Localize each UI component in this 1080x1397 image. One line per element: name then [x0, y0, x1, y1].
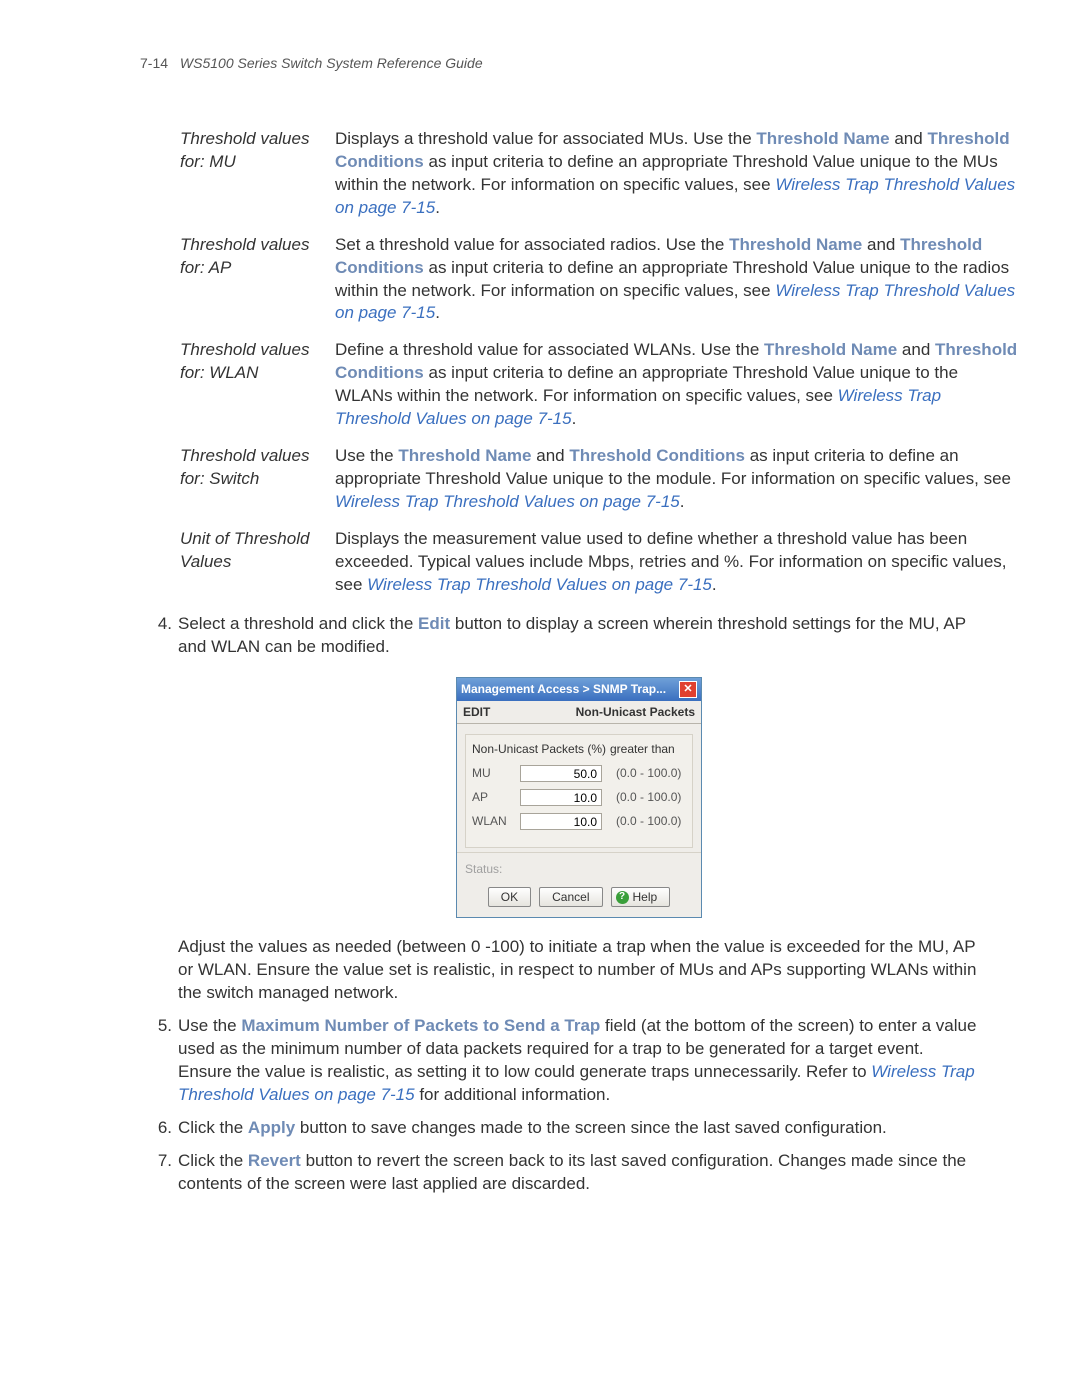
step-7: 7. Click the Revert button to revert the… — [150, 1150, 980, 1196]
page-header: 7-14 WS5100 Series Switch System Referen… — [140, 54, 980, 73]
field-header: Non-Unicast Packets (%) greater than — [472, 741, 686, 757]
definition-body: Displays the measurement value used to d… — [335, 528, 1020, 597]
dialog-button-bar: OK Cancel ? Help — [457, 881, 701, 917]
definition-list: Threshold values for: MU Displays a thre… — [180, 128, 1020, 597]
threshold-row-ap: AP (0.0 - 100.0) — [472, 789, 686, 806]
step-body: Click the Revert button to revert the sc… — [178, 1150, 980, 1196]
dialog-subheader: EDIT Non-Unicast Packets — [457, 701, 701, 724]
step-5: 5. Use the Maximum Number of Packets to … — [150, 1015, 980, 1107]
dialog-title-bar: Management Access > SNMP Trap... ✕ — [457, 678, 701, 701]
close-icon[interactable]: ✕ — [679, 681, 697, 698]
step-4: 4. Select a threshold and click the Edit… — [150, 613, 980, 1005]
ok-button[interactable]: OK — [488, 887, 531, 907]
row-label: MU — [472, 765, 520, 781]
step-number: 4. — [150, 613, 178, 636]
step-4-para2: Adjust the values as needed (between 0 -… — [178, 936, 980, 1005]
step-body: Use the Maximum Number of Packets to Sen… — [178, 1015, 980, 1107]
threshold-row-wlan: WLAN (0.0 - 100.0) — [472, 813, 686, 830]
edit-label: EDIT — [463, 704, 490, 720]
definition-row: Threshold values for: WLAN Define a thre… — [180, 339, 1020, 431]
snmp-trap-dialog: Management Access > SNMP Trap... ✕ EDIT … — [456, 677, 702, 919]
step-number: 5. — [150, 1015, 178, 1038]
definition-term: Threshold values for: Switch — [180, 445, 335, 491]
field-name-link: Threshold Name — [729, 235, 862, 254]
definition-body: Define a threshold value for associated … — [335, 339, 1020, 431]
field-name-link: Threshold Name — [398, 446, 531, 465]
help-icon: ? — [616, 891, 629, 904]
range-hint: (0.0 - 100.0) — [610, 789, 686, 805]
dialog-title-text: Management Access > SNMP Trap... — [461, 681, 666, 697]
document-title: WS5100 Series Switch System Reference Gu… — [180, 55, 483, 71]
definition-term: Threshold values for: MU — [180, 128, 335, 174]
definition-body: Use the Threshold Name and Threshold Con… — [335, 445, 1020, 514]
cancel-button[interactable]: Cancel — [539, 887, 602, 907]
row-label: AP — [472, 789, 520, 805]
section-label: Non-Unicast Packets — [576, 704, 695, 720]
definition-body: Set a threshold value for associated rad… — [335, 234, 1020, 326]
range-hint: (0.0 - 100.0) — [610, 813, 686, 829]
wlan-threshold-input[interactable] — [520, 813, 602, 830]
page-number: 7-14 — [140, 55, 168, 71]
status-line: Status: — [457, 852, 701, 881]
cross-reference-link[interactable]: Wireless Trap Threshold Values on page 7… — [367, 575, 712, 594]
edit-button-ref: Edit — [418, 614, 450, 633]
step-body: Select a threshold and click the Edit bu… — [178, 613, 980, 1005]
field-name-link: Threshold Conditions — [569, 446, 745, 465]
field-name-link: Threshold Name — [756, 129, 889, 148]
step-number: 7. — [150, 1150, 178, 1173]
definition-term: Unit of Threshold Values — [180, 528, 335, 574]
definition-term: Threshold values for: AP — [180, 234, 335, 280]
help-button[interactable]: ? Help — [611, 887, 671, 907]
range-hint: (0.0 - 100.0) — [610, 765, 686, 781]
step-body: Click the Apply button to save changes m… — [178, 1117, 980, 1140]
column-header-1: Non-Unicast Packets (%) — [472, 741, 610, 757]
definition-term: Threshold values for: WLAN — [180, 339, 335, 385]
ap-threshold-input[interactable] — [520, 789, 602, 806]
step-6: 6. Click the Apply button to save change… — [150, 1117, 980, 1140]
definition-body: Displays a threshold value for associate… — [335, 128, 1020, 220]
definition-row: Threshold values for: MU Displays a thre… — [180, 128, 1020, 220]
definition-row: Threshold values for: Switch Use the Thr… — [180, 445, 1020, 514]
dialog-body: Non-Unicast Packets (%) greater than MU … — [457, 724, 701, 852]
apply-button-ref: Apply — [248, 1118, 295, 1137]
threshold-row-mu: MU (0.0 - 100.0) — [472, 765, 686, 782]
field-name-ref: Maximum Number of Packets to Send a Trap — [241, 1016, 600, 1035]
field-grid: Non-Unicast Packets (%) greater than MU … — [465, 734, 693, 848]
definition-row: Unit of Threshold Values Displays the me… — [180, 528, 1020, 597]
definition-row: Threshold values for: AP Set a threshold… — [180, 234, 1020, 326]
cross-reference-link[interactable]: Wireless Trap Threshold Values on page 7… — [335, 492, 680, 511]
mu-threshold-input[interactable] — [520, 765, 602, 782]
column-header-2: greater than — [610, 741, 675, 757]
step-list: 4. Select a threshold and click the Edit… — [150, 613, 980, 1196]
step-number: 6. — [150, 1117, 178, 1140]
row-label: WLAN — [472, 813, 520, 829]
dialog-screenshot: Management Access > SNMP Trap... ✕ EDIT … — [178, 677, 980, 919]
field-name-link: Threshold Name — [764, 340, 897, 359]
revert-button-ref: Revert — [248, 1151, 301, 1170]
